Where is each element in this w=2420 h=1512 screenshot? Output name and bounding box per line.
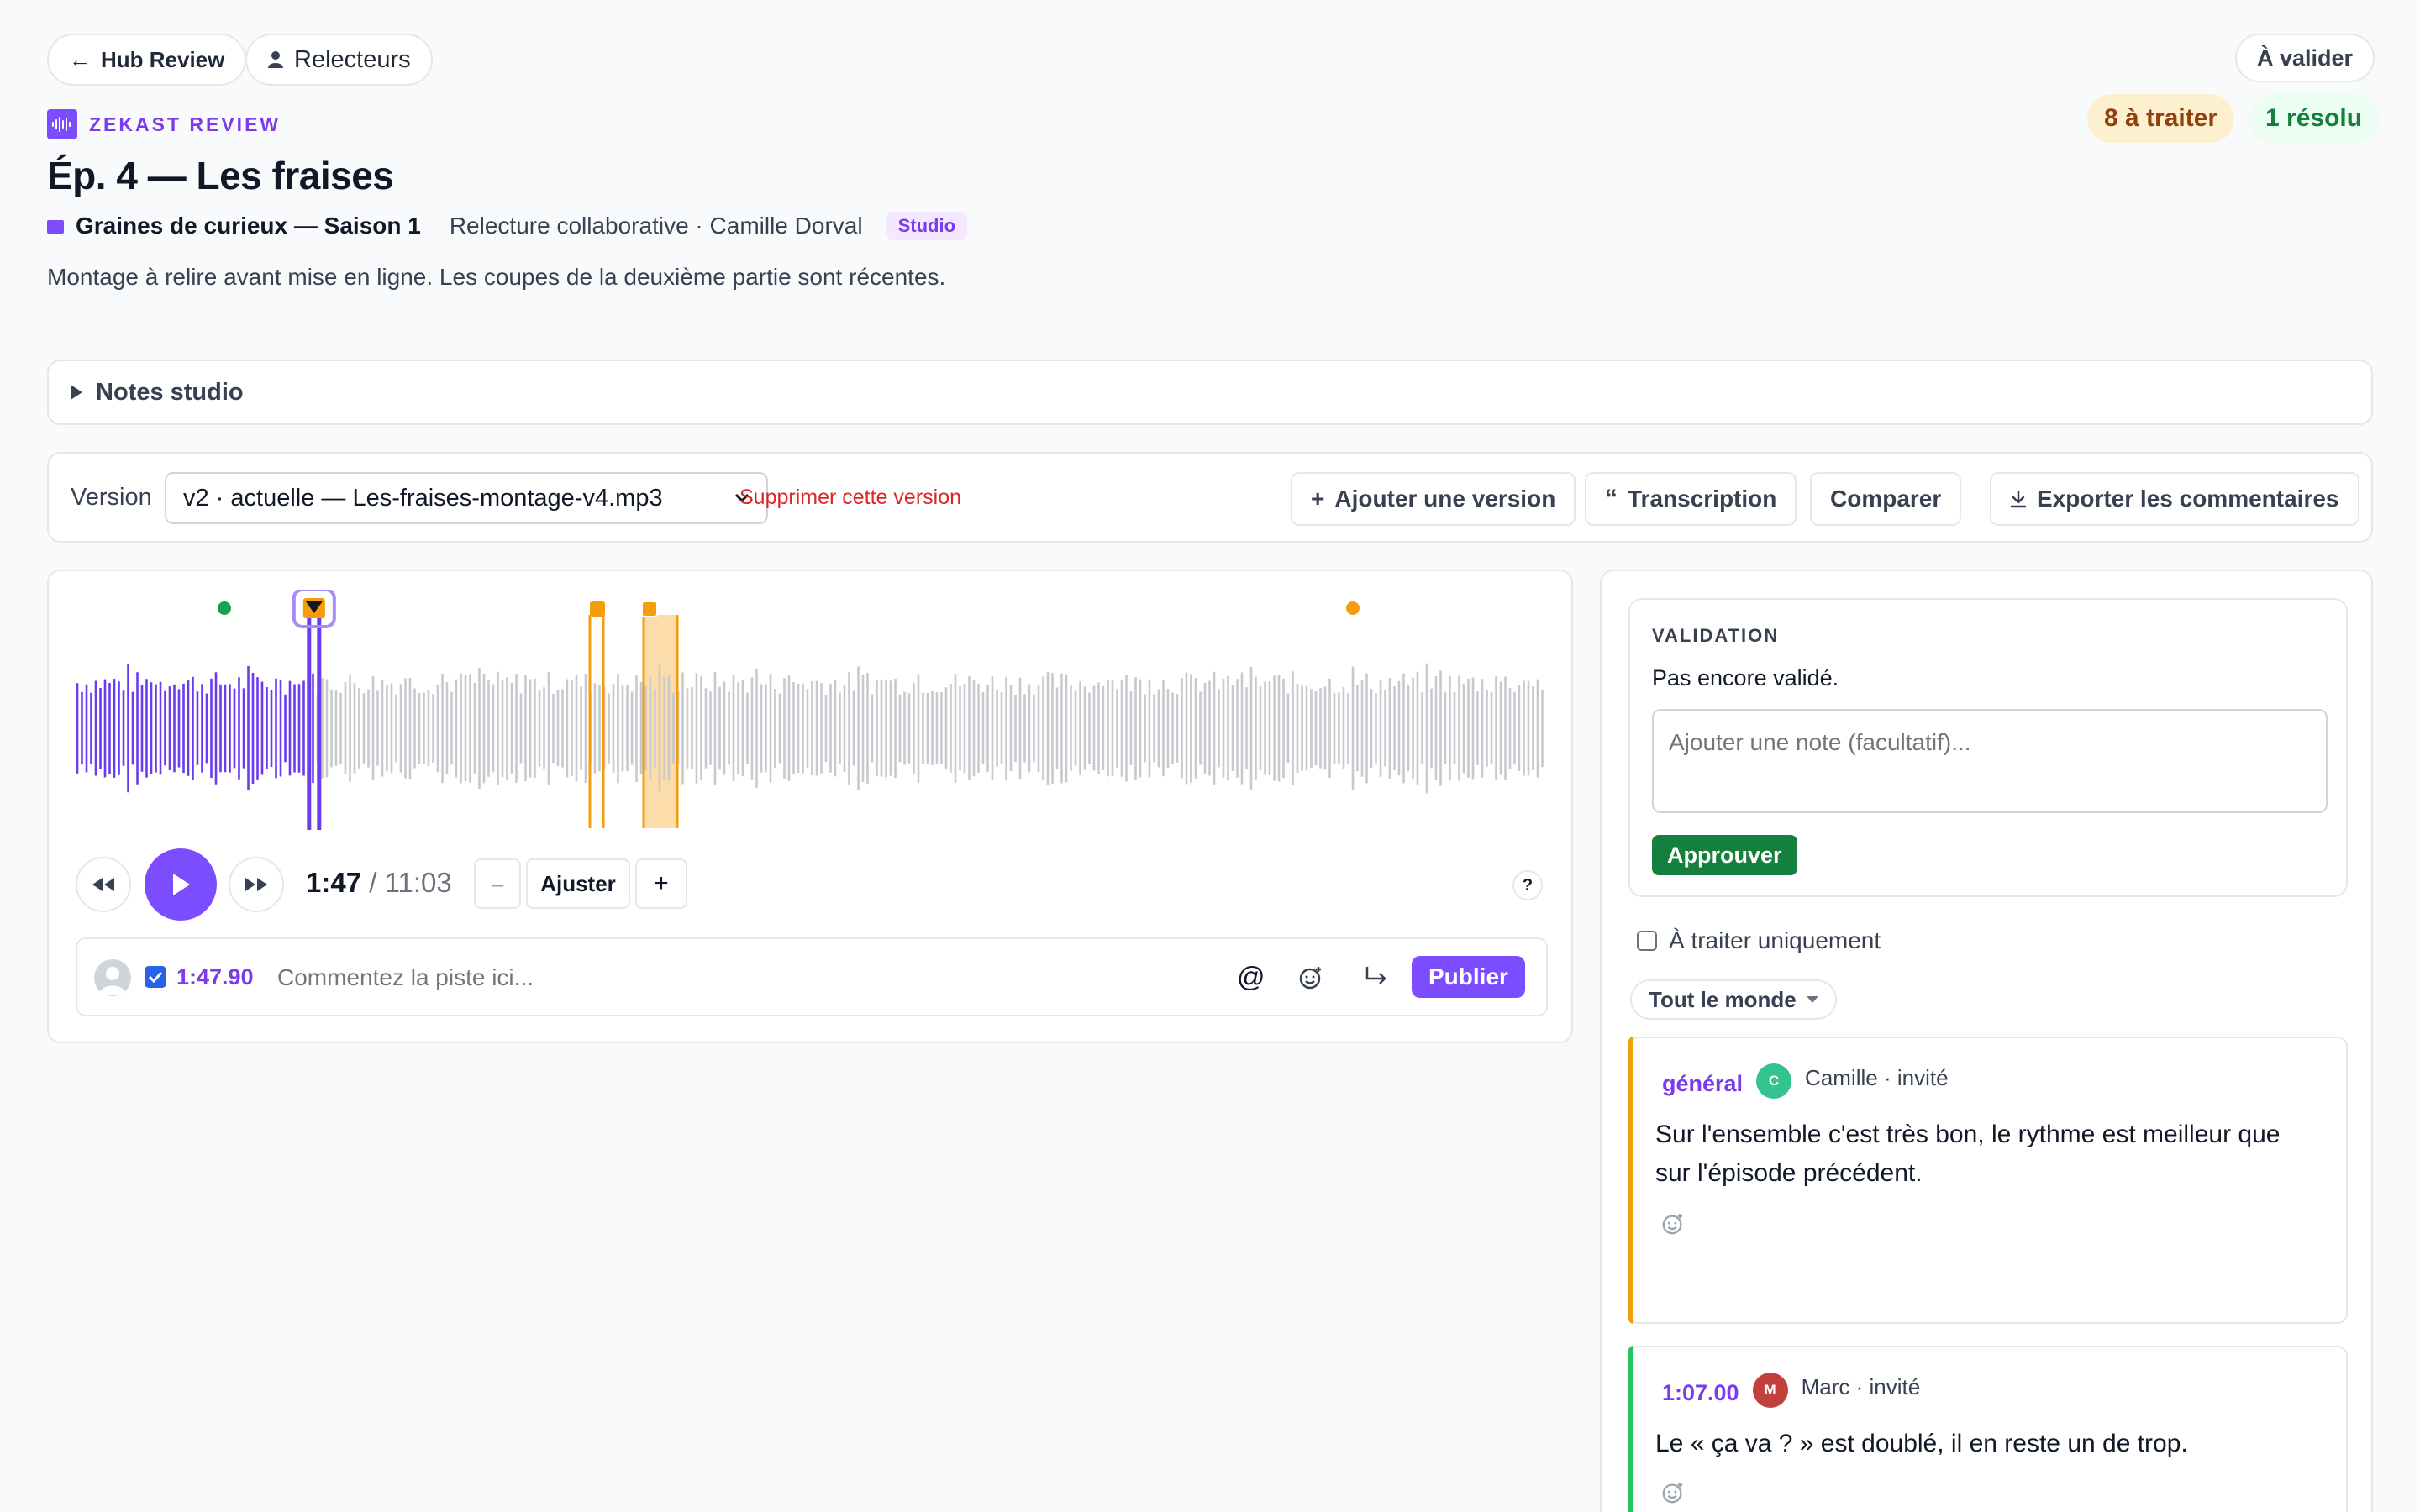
zoom-out-button[interactable]: –: [474, 858, 521, 909]
arrow-left-icon: ←: [69, 46, 91, 72]
brand: ZEKAST REVIEW: [47, 109, 281, 139]
comment-composer: 1:47.90 @ Publier: [76, 937, 1548, 1016]
mention-icon[interactable]: @: [1237, 961, 1265, 993]
compare-button[interactable]: Comparer: [1810, 472, 1962, 526]
version-label: Version: [71, 484, 152, 511]
caret-down-icon: [1806, 996, 1818, 1003]
pending-only-label: À traiter uniquement: [1669, 927, 1881, 953]
episode-meta: Graines de curieux — Saison 1 Relecture …: [47, 212, 968, 240]
notes-studio-label: Notes studio: [96, 378, 244, 406]
add-reaction-icon[interactable]: [1660, 1480, 1686, 1505]
publish-button[interactable]: Publier: [1412, 956, 1525, 998]
plus-icon: +: [1311, 486, 1325, 512]
forward-icon: [245, 878, 267, 891]
reviewers-label: Relecteurs: [294, 45, 411, 73]
play-button[interactable]: [145, 848, 217, 921]
download-icon: [2010, 490, 2027, 508]
comment-author: Camille · invité: [1805, 1064, 1949, 1090]
version-toolbar: Version v2 · actuelle — Les-fraises-mont…: [47, 452, 2373, 543]
quote-icon: “: [1605, 485, 1618, 512]
validation-box: VALIDATION Pas encore validé. Approuver: [1628, 598, 2348, 897]
comment-marker: [590, 601, 605, 617]
validation-note-input[interactable]: [1652, 709, 2328, 813]
review-side-panel: VALIDATION Pas encore validé. Approuver …: [1600, 570, 2373, 1512]
export-comments-button[interactable]: Exporter les commentaires: [1990, 472, 2360, 526]
time-separator: /: [369, 867, 377, 898]
current-time: 1:47: [306, 867, 362, 898]
version-selected-value: v2 · actuelle — Les-fraises-montage-v4.m…: [183, 484, 663, 512]
reply-arrow-icon[interactable]: [1363, 964, 1390, 988]
comment-header: 1:07.00 M Marc · invité: [1662, 1373, 1920, 1408]
comment-marker: [218, 601, 231, 615]
version-select[interactable]: v2 · actuelle — Les-fraises-montage-v4.m…: [165, 472, 768, 524]
zoom-in-button[interactable]: +: [635, 858, 687, 909]
comment-text: Le « ça va ? » est doublé, il en reste u…: [1655, 1430, 2188, 1457]
comment-avatar: C: [1756, 1063, 1792, 1099]
brand-name: ZEKAST REVIEW: [89, 113, 281, 135]
status-to-validate-button[interactable]: À valider: [2235, 34, 2375, 82]
composer-timestamp[interactable]: 1:47.90: [176, 964, 254, 990]
forward-button[interactable]: [229, 857, 284, 912]
folder-icon: [47, 220, 64, 234]
waveform[interactable]: [76, 590, 1548, 833]
back-to-hub-label: Hub Review: [101, 46, 225, 72]
comment-accent: [1628, 1346, 1634, 1512]
emoji-icon[interactable]: [1297, 964, 1324, 991]
add-reaction-icon[interactable]: [1660, 1211, 1686, 1236]
status-label: À valider: [2257, 45, 2354, 71]
approve-button[interactable]: Approuver: [1652, 835, 1797, 875]
comment-marker: [641, 601, 658, 617]
user-avatar: [94, 959, 131, 996]
episode-title: Ép. 4 — Les fraises: [47, 154, 394, 197]
audience-dropdown[interactable]: Tout le monde: [1630, 979, 1837, 1020]
season-link[interactable]: Graines de curieux — Saison 1: [76, 213, 421, 239]
play-icon: [173, 874, 190, 895]
add-version-label: Ajouter une version: [1334, 486, 1556, 512]
notes-studio-toggle[interactable]: Notes studio: [47, 360, 2373, 425]
comment-text: Sur l'ensemble c'est très bon, le rythme…: [1655, 1121, 2281, 1187]
time-display: 1:47 / 11:03: [306, 867, 452, 899]
timestamp-checkbox[interactable]: [145, 966, 166, 988]
player-card: 1:47 / 11:03 – Ajuster + ? 1:47.90 @ Pub…: [47, 570, 1573, 1043]
waveform-logo-icon: [47, 109, 77, 139]
user-icon: [268, 51, 283, 68]
audience-value: Tout le monde: [1649, 986, 1797, 1012]
reviewers-button[interactable]: Relecteurs: [245, 34, 433, 86]
pending-count-badge: 8 à traiter: [2087, 94, 2235, 143]
zoom-fit-button[interactable]: Ajuster: [526, 858, 630, 909]
comment-accent: [1628, 1037, 1634, 1324]
episode-description: Montage à relire avant mise en ligne. Le…: [47, 264, 946, 290]
delete-version-link[interactable]: Supprimer cette version: [739, 486, 961, 510]
export-comments-label: Exporter les commentaires: [2037, 486, 2339, 512]
rewind-button[interactable]: [76, 857, 131, 912]
help-button[interactable]: ?: [1512, 870, 1543, 900]
comment-avatar: M: [1752, 1373, 1788, 1408]
comment-author: Marc · invité: [1801, 1373, 1921, 1399]
transcription-label: Transcription: [1628, 486, 1777, 512]
pending-only-checkbox[interactable]: [1637, 931, 1657, 951]
add-version-button[interactable]: + Ajouter une version: [1291, 472, 1576, 526]
comment-timestamp[interactable]: 1:07.00: [1662, 1380, 1739, 1406]
comment-tag[interactable]: général: [1662, 1071, 1743, 1097]
expand-triangle-icon: [71, 385, 82, 400]
resolved-count-badge: 1 résolu: [2249, 94, 2380, 143]
comment-card: général C Camille · invité Sur l'ensembl…: [1628, 1037, 2348, 1324]
compare-label: Comparer: [1830, 486, 1942, 512]
comment-marker: [1346, 601, 1360, 615]
comment-header: général C Camille · invité: [1662, 1063, 1949, 1099]
comment-input[interactable]: [277, 956, 1185, 1000]
comment-card: 1:07.00 M Marc · invité Le « ça va ? » e…: [1628, 1346, 2348, 1512]
transcription-button[interactable]: “ Transcription: [1585, 472, 1797, 526]
pending-only-filter[interactable]: À traiter uniquement: [1637, 927, 1881, 954]
episode-subtitle: Relecture collaborative · Camille Dorval: [449, 213, 863, 239]
back-to-hub-button[interactable]: ← Hub Review: [47, 34, 247, 86]
studio-badge: Studio: [886, 212, 968, 240]
check-icon: [148, 971, 163, 983]
duration: 11:03: [384, 867, 452, 898]
validation-state: Pas encore validé.: [1652, 665, 1839, 690]
validation-title: VALIDATION: [1652, 625, 1780, 646]
rewind-icon: [92, 878, 114, 891]
